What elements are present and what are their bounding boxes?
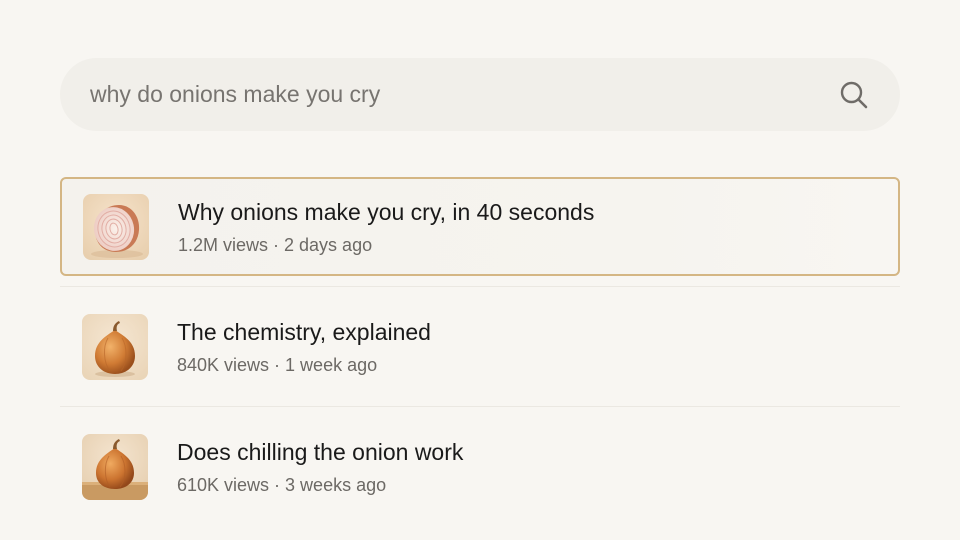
- result-title[interactable]: Why onions make you cry, in 40 seconds: [178, 198, 594, 226]
- result-title[interactable]: The chemistry, explained: [177, 318, 431, 346]
- result-text: The chemistry, explained 840K views · 1 …: [177, 318, 431, 376]
- result-item-3[interactable]: Does chilling the onion work 610K views …: [60, 417, 900, 516]
- result-text: Does chilling the onion work 610K views …: [177, 438, 463, 496]
- search-bar[interactable]: why do onions make you cry: [60, 58, 900, 131]
- search-input[interactable]: why do onions make you cry: [90, 81, 839, 108]
- result-meta: 1.2M views · 2 days ago: [178, 234, 373, 255]
- result-title[interactable]: Does chilling the onion work: [177, 438, 463, 466]
- result-meta: 840K views · 1 week ago: [177, 354, 378, 375]
- results-list: Why onions make you cry, in 40 seconds 1…: [60, 177, 900, 516]
- divider: [60, 406, 900, 407]
- onion-on-board-thumbnail: [82, 433, 148, 500]
- result-text: Why onions make you cry, in 40 seconds 1…: [178, 198, 594, 256]
- whole-onion-thumbnail: [82, 313, 148, 380]
- search-icon[interactable]: [839, 80, 869, 110]
- result-meta: 610K views · 3 weeks ago: [177, 474, 387, 495]
- divider: [60, 286, 900, 287]
- onion-halved-thumbnail: [83, 193, 149, 260]
- result-item-1[interactable]: Why onions make you cry, in 40 seconds 1…: [60, 177, 900, 276]
- result-item-2[interactable]: The chemistry, explained 840K views · 1 …: [60, 297, 900, 396]
